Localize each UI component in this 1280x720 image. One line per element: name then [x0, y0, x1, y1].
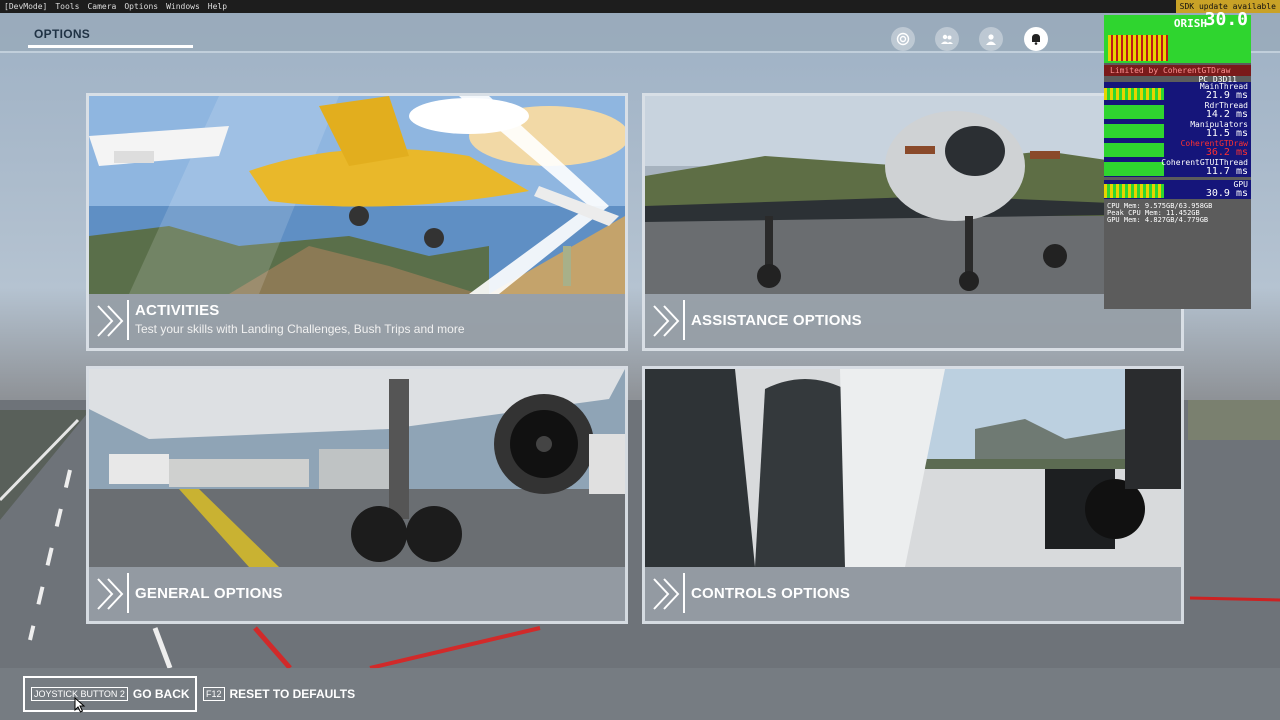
chevron-right-icon [97, 305, 124, 337]
limited-text: Limited by CoherentGTDraw [1110, 66, 1231, 75]
tab-options[interactable]: OPTIONS [28, 13, 193, 48]
coherentui-row: CoherentGTUIThread 11.7 ms [1104, 158, 1251, 177]
fps-value: 30.0 [1204, 9, 1248, 30]
reset-defaults-button[interactable]: F12 RESET TO DEFAULTS [203, 676, 355, 712]
general-title: GENERAL OPTIONS [135, 585, 283, 602]
rdrthread-row: RdrThread 14.2 ms [1104, 101, 1251, 120]
gpu-mem: GPU Mem: 4.827GB/4.779GB [1107, 216, 1209, 224]
profile-icon[interactable] [979, 27, 1003, 51]
community-icon[interactable] [935, 27, 959, 51]
mainthread-value: 21.9 ms [1205, 90, 1248, 101]
f12-key-hint: F12 [203, 687, 225, 701]
gpu-row: GPU 30.9 ms [1104, 180, 1251, 199]
perf-name: ORISH [1173, 17, 1207, 30]
chevron-right-icon [97, 578, 124, 610]
tools-menu[interactable]: Tools [51, 0, 83, 13]
general-band: GENERAL OPTIONS [89, 567, 625, 621]
target-icon[interactable] [891, 27, 915, 51]
divider [127, 300, 129, 340]
activities-image [89, 96, 625, 294]
manipulators-row: Manipulators 11.5 ms [1104, 120, 1251, 139]
coherentui-value: 11.7 ms [1205, 166, 1248, 177]
activities-band: ACTIVITIES Test your skills with Landing… [89, 294, 625, 348]
divider [683, 300, 685, 340]
options-menu[interactable]: Options [120, 0, 162, 13]
activities-title: ACTIVITIES [135, 302, 220, 319]
camera-menu[interactable]: Camera [83, 0, 120, 13]
go-back-label: GO BACK [132, 687, 190, 701]
chevron-right-icon [653, 305, 680, 337]
footer-bar: JOYSTICK BUTTON 2 GO BACK F12 RESET TO D… [0, 668, 1280, 720]
coherentdraw-value: 36.2 ms [1205, 147, 1248, 158]
divider [127, 573, 129, 613]
manipulators-value: 11.5 ms [1205, 128, 1248, 139]
top-header: OPTIONS [0, 13, 1280, 53]
reset-defaults-label: RESET TO DEFAULTS [229, 687, 356, 701]
controls-image [645, 369, 1181, 567]
rdrthread-value: 14.2 ms [1205, 109, 1248, 120]
mouse-cursor-icon [74, 697, 86, 713]
general-options-card[interactable]: GENERAL OPTIONS [86, 366, 628, 624]
activities-card[interactable]: ACTIVITIES Test your skills with Landing… [86, 93, 628, 351]
controls-band: CONTROLS OPTIONS [645, 567, 1181, 621]
assistance-title: ASSISTANCE OPTIONS [691, 312, 862, 329]
activities-subtitle: Test your skills with Landing Challenges… [135, 322, 465, 336]
chevron-right-icon [653, 578, 680, 610]
controls-options-card[interactable]: CONTROLS OPTIONS [642, 366, 1184, 624]
assistance-image [645, 96, 1181, 294]
assistance-band: ASSISTANCE OPTIONS [645, 294, 1181, 348]
go-back-button[interactable]: JOYSTICK BUTTON 2 GO BACK [23, 676, 197, 712]
general-image [89, 369, 625, 567]
gpu-value: 30.9 ms [1205, 188, 1248, 199]
help-menu[interactable]: Help [204, 0, 231, 13]
devmode-menu[interactable]: [DevMode] [0, 0, 51, 13]
fps-graph [1108, 35, 1168, 61]
assistance-options-card[interactable]: ASSISTANCE OPTIONS [642, 93, 1184, 351]
coherentdraw-row: CoherentGTDraw 36.2 ms [1104, 139, 1251, 158]
performance-overlay: ORISH 30.0 Limited by CoherentGTDraw PC … [1104, 9, 1251, 309]
divider [683, 573, 685, 613]
notification-bell-icon[interactable] [1024, 27, 1048, 51]
controls-title: CONTROLS OPTIONS [691, 585, 851, 602]
dev-menubar: [DevMode] Tools Camera Options Windows H… [0, 0, 1280, 13]
mainthread-row: MainThread 21.9 ms [1104, 82, 1251, 101]
fps-panel: ORISH 30.0 [1104, 9, 1251, 63]
windows-menu[interactable]: Windows [162, 0, 204, 13]
